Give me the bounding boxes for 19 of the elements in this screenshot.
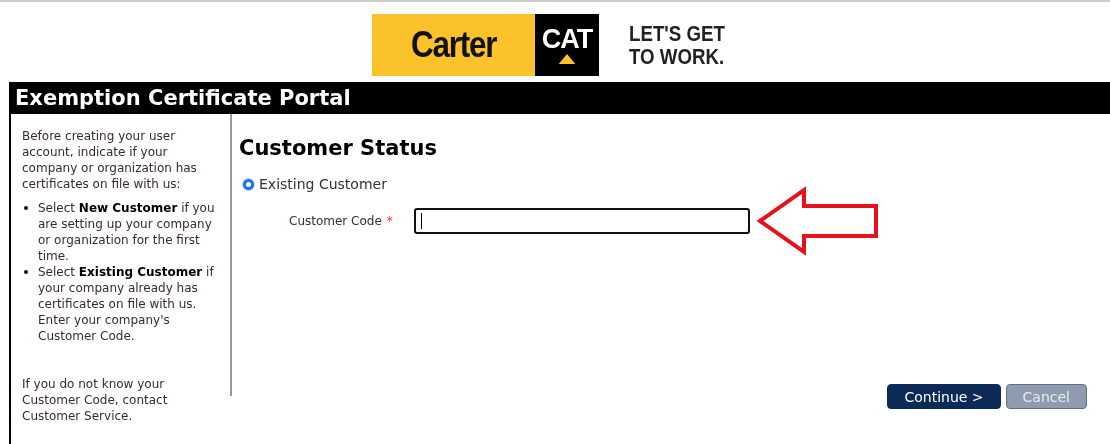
portal-title-bar: Exemption Certificate Portal <box>11 82 1110 114</box>
instruction-text: Select Existing Customer if your company already has certificates on file with us. Enter your company's Customer Code. <box>38 264 215 344</box>
cat-logo-text: CAT <box>541 26 593 53</box>
triangle-icon <box>558 54 577 64</box>
required-mark: * <box>386 214 393 228</box>
intro-text: Before creating your user account, indicate if your company or organization has certificates on file with us: <box>22 128 198 192</box>
section-heading: Customer Status <box>239 136 438 160</box>
slogan-line: TO WORK. <box>629 45 725 69</box>
help-text: If you do not know your Customer Code, contact Customer Service. <box>22 376 169 424</box>
bullet-icon <box>24 270 28 274</box>
brand-name: Carter <box>372 14 536 76</box>
radio-icon[interactable] <box>243 178 254 190</box>
radio-option[interactable]: Existing Customer <box>243 176 1110 192</box>
customer-code-field[interactable] <box>413 208 750 234</box>
field-label: Customer Code <box>289 214 382 228</box>
instruction-text: Select New Customer if you are setting up your company or organization for the first time. <box>38 200 216 264</box>
continue-button[interactable]: Continue > <box>887 384 1001 409</box>
slogan-line: LET'S GET <box>629 21 725 45</box>
bullet-icon <box>24 206 28 210</box>
